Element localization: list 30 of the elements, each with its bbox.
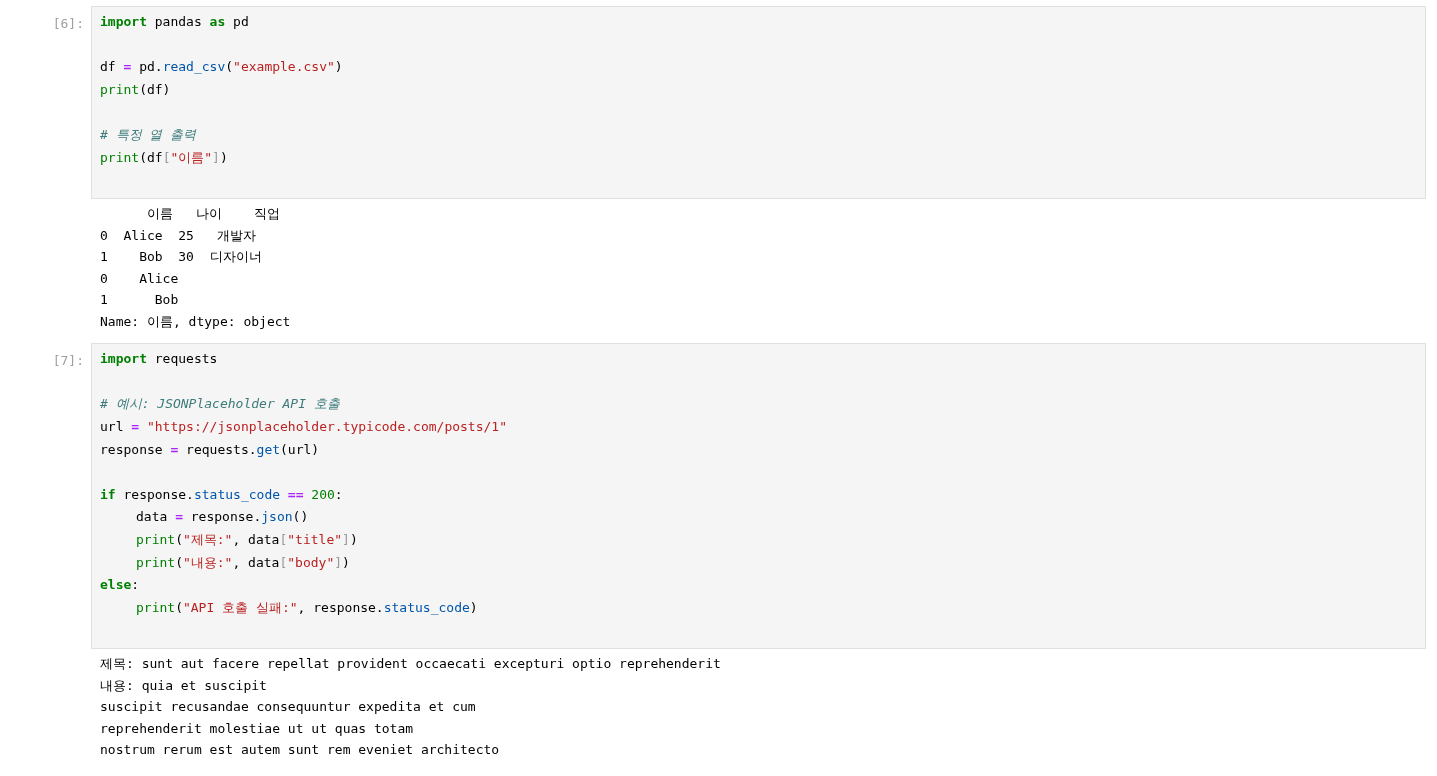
output-line: 이름 나이 직업 [145, 205, 281, 224]
code-line: import pandas as pd [100, 13, 250, 31]
output-line: nostrum rerum est autem sunt rem eveniet architecto [100, 741, 501, 760]
output-line: reprehenderit molestiae ut ut quas totam [100, 719, 415, 738]
code-line: response = requests.get(url) [100, 440, 321, 459]
code-line: import requests [100, 350, 219, 369]
cell-prompt: [7]: [51, 352, 84, 371]
code-cell[interactable] [91, 343, 1426, 650]
output-line: 제목: sunt aut facere repellat provident occaecati excepturi optio reprehenderit [100, 655, 722, 674]
output-line: 1 Bob 30 디자이너 [100, 248, 263, 267]
output-line: 0 Alice 25 개발자 [100, 226, 258, 245]
code-line: print(df["이름"]) [100, 148, 229, 167]
cell-prompt: [6]: [51, 15, 84, 33]
output-line: suscipit recusandae consequuntur expedita et cum [100, 698, 477, 717]
output-line: Name: 이름, dtype: object [100, 312, 292, 331]
output-line: 0 Alice [100, 269, 180, 288]
output-line: 내용: quia et suscipit [100, 676, 268, 695]
code-line: url = "https://jsonplaceholder.typicode.com/posts/1" [100, 417, 508, 436]
code-cell[interactable]: import pandas as pd df = pd.read_csv("example.csv") print(df) # 특정 열 출력 print(df["이름"]) [91, 6, 1426, 200]
code-line: # 예시: JSONPlaceholder API 호출 [100, 395, 341, 414]
code-line: # 특정 열 출력 [100, 125, 198, 144]
code-line: else: [100, 576, 141, 595]
code-line: print("API 호출 실패:", response.status_code) [135, 598, 479, 617]
code-line: print(df) [100, 80, 172, 99]
code-line: print("제목:", data["title"]) [135, 530, 359, 549]
code-line: df = pd.read_csv("example.csv") [100, 58, 344, 77]
output-line: 1 Bob [100, 291, 180, 310]
code-line: print("내용:", data["body"]) [135, 553, 351, 572]
code-line: if response.status_code == 200: [100, 485, 344, 504]
code-line: data = response.json() [135, 508, 310, 527]
